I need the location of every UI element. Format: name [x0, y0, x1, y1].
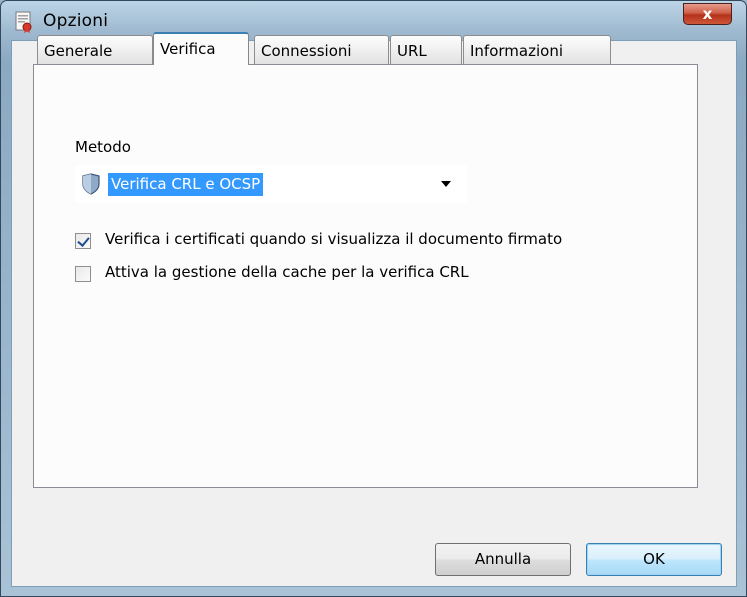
tab-informazioni[interactable]: Informazioni	[463, 35, 611, 64]
method-label: Metodo	[75, 138, 131, 156]
chevron-down-icon[interactable]	[441, 181, 451, 187]
verify-on-view-label: Verifica i certificati quando si visuali…	[105, 230, 563, 248]
options-app-icon	[15, 11, 32, 33]
crl-cache-checkbox[interactable]	[75, 266, 91, 282]
shield-icon	[82, 173, 100, 195]
method-selected-value: Verifica CRL e OCSP	[108, 173, 264, 196]
checkmark-icon	[77, 234, 90, 247]
title-bar[interactable]: Opzioni x	[1, 1, 746, 35]
method-select[interactable]: Verifica CRL e OCSP	[75, 166, 467, 202]
ok-button[interactable]: OK	[586, 543, 722, 576]
options-dialog: Opzioni x Generale Verifica Connessioni …	[0, 0, 747, 597]
crl-cache-option[interactable]: Attiva la gestione della cache per la ve…	[75, 263, 675, 285]
tab-verifica[interactable]: Verifica	[153, 32, 249, 65]
close-button[interactable]: x	[683, 3, 732, 25]
tab-generale[interactable]: Generale	[37, 35, 153, 64]
window-title: Opzioni	[43, 11, 109, 31]
cancel-button[interactable]: Annulla	[435, 543, 571, 576]
crl-cache-label: Attiva la gestione della cache per la ve…	[105, 263, 469, 281]
verify-on-view-checkbox[interactable]	[75, 233, 91, 249]
tab-url[interactable]: URL	[390, 35, 462, 64]
verify-on-view-option[interactable]: Verifica i certificati quando si visuali…	[75, 230, 675, 252]
tab-connessioni[interactable]: Connessioni	[254, 35, 389, 64]
